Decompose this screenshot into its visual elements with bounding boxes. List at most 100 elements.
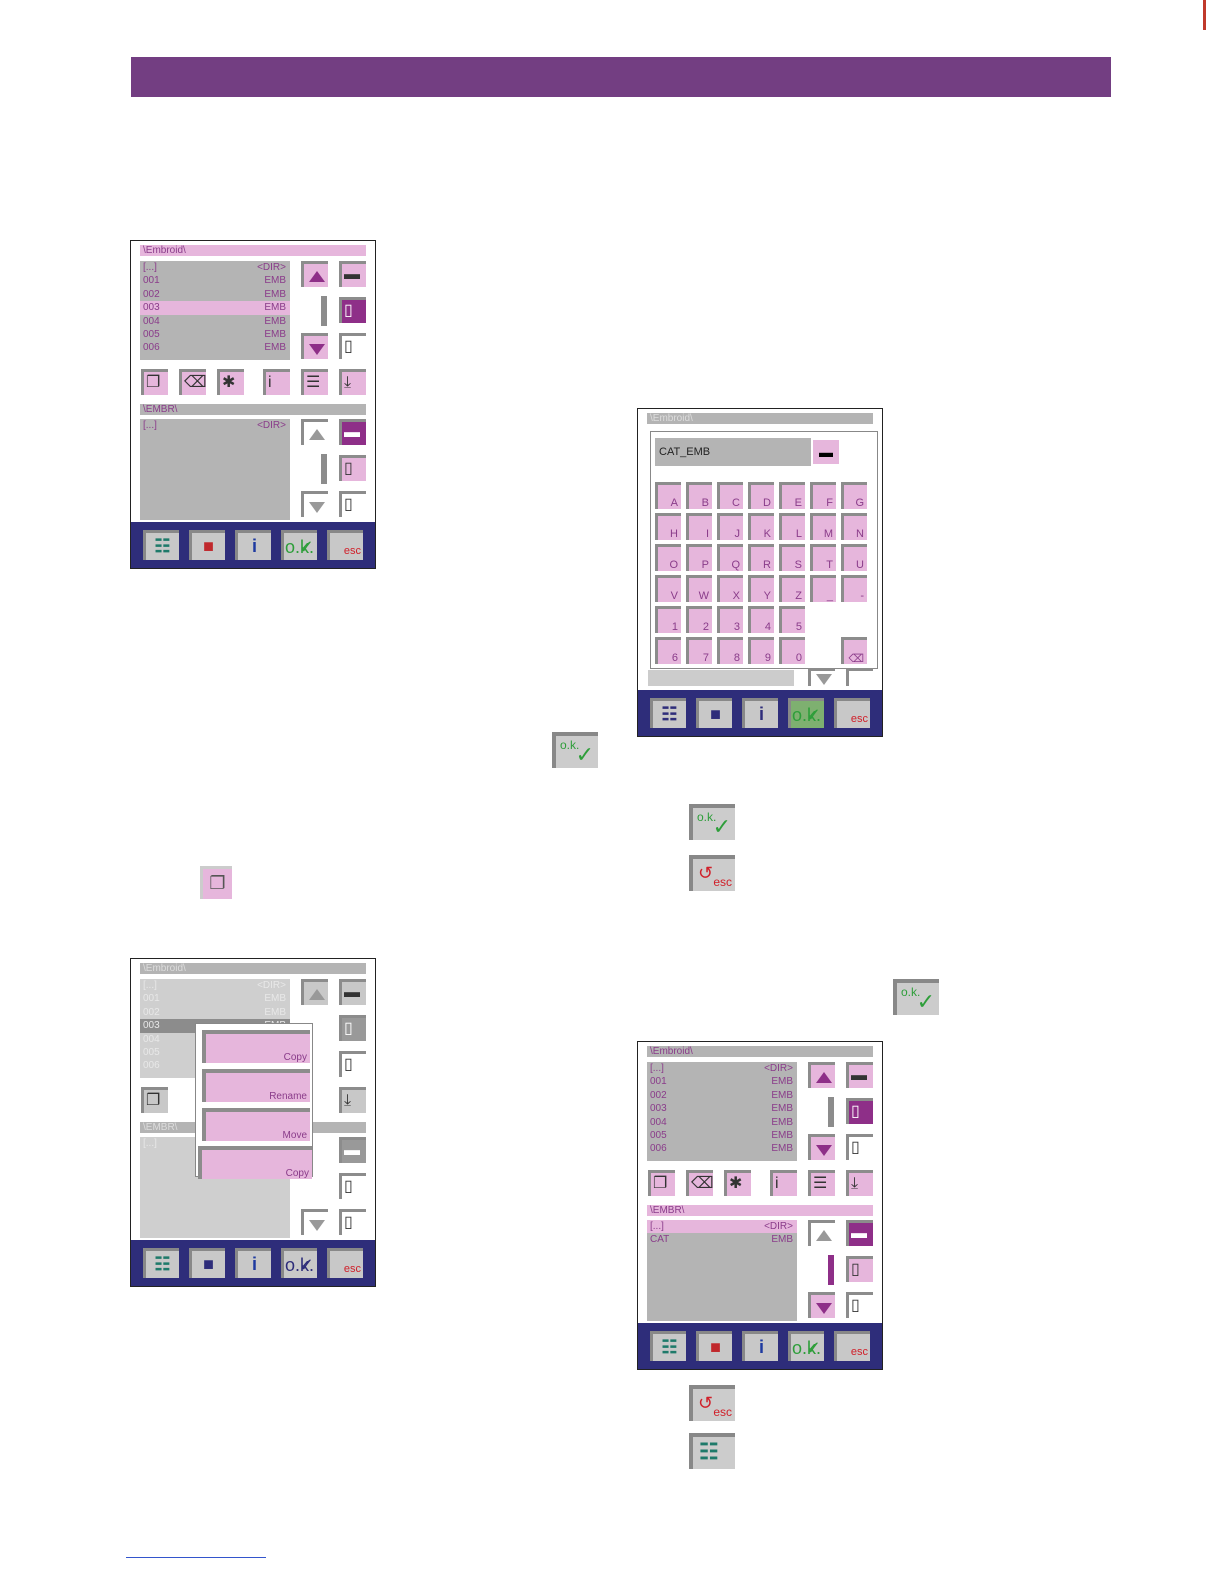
scrollbar[interactable] (828, 1097, 834, 1127)
scroll-up-button[interactable] (808, 1220, 835, 1246)
list-item[interactable]: 002 EMB (140, 288, 290, 301)
key-t[interactable]: T (810, 544, 836, 571)
key-8[interactable]: 8 (717, 637, 743, 664)
esc-button[interactable]: esc (327, 530, 363, 560)
list-item[interactable]: [...] <DIR> (647, 1062, 797, 1075)
memory-stick-button[interactable]: ▯ (846, 1098, 873, 1124)
list-item[interactable]: 004EMB (647, 1116, 797, 1129)
machine-button[interactable]: ▬ (813, 440, 839, 464)
stick-button-2[interactable]: ▯ (339, 1209, 366, 1235)
memory-stick-button[interactable]: ▯ (339, 1173, 366, 1199)
file-list-button[interactable]: ☷ (650, 1331, 686, 1361)
camera-button[interactable]: ■ (189, 530, 225, 560)
ok-button[interactable]: o.k. ✓ (281, 530, 317, 560)
stick-button-2[interactable]: ▯ (846, 1292, 873, 1318)
file-list-bottom[interactable]: [...] <DIR> (140, 419, 290, 520)
file-list-top[interactable]: [...]<DIR> 001EMB 002EMB 003EMB 004EMB 0… (647, 1062, 797, 1161)
erase-button[interactable]: ⌫ (686, 1170, 714, 1196)
copy-button[interactable]: ❐ (648, 1170, 675, 1196)
key-2[interactable]: 2 (686, 606, 712, 633)
stick-button-2[interactable]: ▯ (339, 491, 366, 517)
list-item[interactable]: 003 EMB (647, 1102, 797, 1115)
filename-field[interactable]: CAT_EMB (655, 438, 811, 466)
esc-button[interactable]: esc (834, 698, 870, 728)
download-button[interactable]: ⤓ (846, 1170, 873, 1196)
key-k[interactable]: K (748, 513, 774, 540)
key-9[interactable]: 9 (748, 637, 774, 664)
menu-item-move[interactable]: Move (202, 1108, 310, 1141)
memory-stick-button[interactable]: ▯ (339, 1015, 366, 1041)
scroll-up-button[interactable] (808, 1062, 835, 1088)
esc-button[interactable]: esc (327, 1248, 363, 1278)
menu-item-copy[interactable]: Copy (202, 1030, 310, 1063)
ok-button[interactable]: o.k. ✓ (281, 1248, 317, 1278)
key-c[interactable]: C (717, 482, 743, 509)
info-button[interactable]: i (235, 1248, 271, 1278)
key-x[interactable]: X (717, 575, 743, 602)
key-p[interactable]: P (686, 544, 712, 571)
scroll-up-button[interactable] (301, 979, 328, 1005)
key-a[interactable]: A (655, 482, 681, 509)
info-disk-button[interactable]: i (770, 1170, 797, 1196)
copy-button[interactable]: ❐ (141, 1087, 168, 1113)
machine-button[interactable]: ▬ (339, 979, 366, 1005)
scroll-down-button[interactable] (301, 333, 328, 359)
info-button[interactable]: i (235, 530, 271, 560)
key-d[interactable]: D (748, 482, 774, 509)
key-h[interactable]: H (655, 513, 681, 540)
erase-key[interactable]: ⌫ (841, 637, 867, 665)
scrollbar[interactable] (321, 454, 327, 484)
list-item[interactable]: 002 EMB (647, 1089, 797, 1102)
erase-button[interactable]: ⌫ (179, 369, 207, 395)
list-item[interactable]: 004EMB (140, 315, 290, 328)
scroll-up-button[interactable] (301, 261, 328, 287)
download-button[interactable]: ⤓ (339, 369, 366, 395)
key-3[interactable]: 3 (717, 606, 743, 633)
key-f[interactable]: F (810, 482, 836, 509)
new-folder-button[interactable]: ✱ (217, 369, 244, 395)
esc-button[interactable]: esc (834, 1331, 870, 1361)
file-list-button[interactable]: ☷ (143, 1248, 179, 1278)
ok-button[interactable]: o.k. ✓ (788, 1331, 824, 1361)
scroll-down-button[interactable] (808, 1292, 835, 1318)
machine-button[interactable]: ▬ (339, 419, 366, 445)
list-item[interactable]: [...] <DIR> (140, 979, 290, 992)
list-item[interactable]: 001 EMB (140, 992, 290, 1005)
menu-item-copy-2[interactable]: Copy (198, 1146, 312, 1179)
list-item[interactable]: CAT EMB (647, 1233, 797, 1246)
key-e[interactable]: E (779, 482, 805, 509)
info-disk-button[interactable]: i (263, 369, 290, 395)
key-4[interactable]: 4 (748, 606, 774, 633)
scroll-down-button[interactable] (808, 1134, 835, 1160)
key-j[interactable]: J (717, 513, 743, 540)
file-list-button[interactable]: ☷ (650, 698, 686, 728)
info-button[interactable]: i (742, 1331, 778, 1361)
file-list-top[interactable]: [...]<DIR> 001EMB 002EMB 003EMB 004EMB 0… (140, 261, 290, 360)
key--[interactable]: - (841, 575, 867, 602)
list-item[interactable]: 005EMB (647, 1129, 797, 1142)
key-n[interactable]: N (841, 513, 867, 540)
list-item[interactable]: 006EMB (647, 1142, 797, 1155)
file-list-bottom[interactable]: [...] <DIR> CAT EMB (647, 1220, 797, 1321)
list-item-selected[interactable]: 003EMB (140, 301, 290, 315)
key-l[interactable]: L (779, 513, 805, 540)
copy-button[interactable]: ❐ (141, 369, 168, 395)
list-item-selected[interactable]: [...] <DIR> (647, 1220, 797, 1234)
list-item[interactable]: 006EMB (140, 341, 290, 354)
file-list-button[interactable]: ☷ (143, 530, 179, 560)
key-v[interactable]: V (655, 575, 681, 602)
machine-button[interactable]: ▬ (846, 1220, 873, 1246)
camera-button[interactable]: ■ (189, 1248, 225, 1278)
list-view-button[interactable]: ☰ (808, 1170, 835, 1196)
info-button[interactable]: i (742, 698, 778, 728)
stick-button[interactable] (846, 668, 873, 686)
scrollbar[interactable] (321, 296, 327, 326)
list-item[interactable]: 005EMB (140, 328, 290, 341)
scroll-up-button[interactable] (301, 419, 328, 445)
stick-button-2[interactable]: ▯ (339, 333, 366, 359)
camera-button[interactable]: ■ (696, 698, 732, 728)
list-item[interactable]: 001 EMB (647, 1075, 797, 1088)
key-g[interactable]: G (841, 482, 867, 509)
memory-stick-button[interactable]: ▯ (339, 297, 366, 323)
list-item[interactable]: 001 EMB (140, 274, 290, 287)
